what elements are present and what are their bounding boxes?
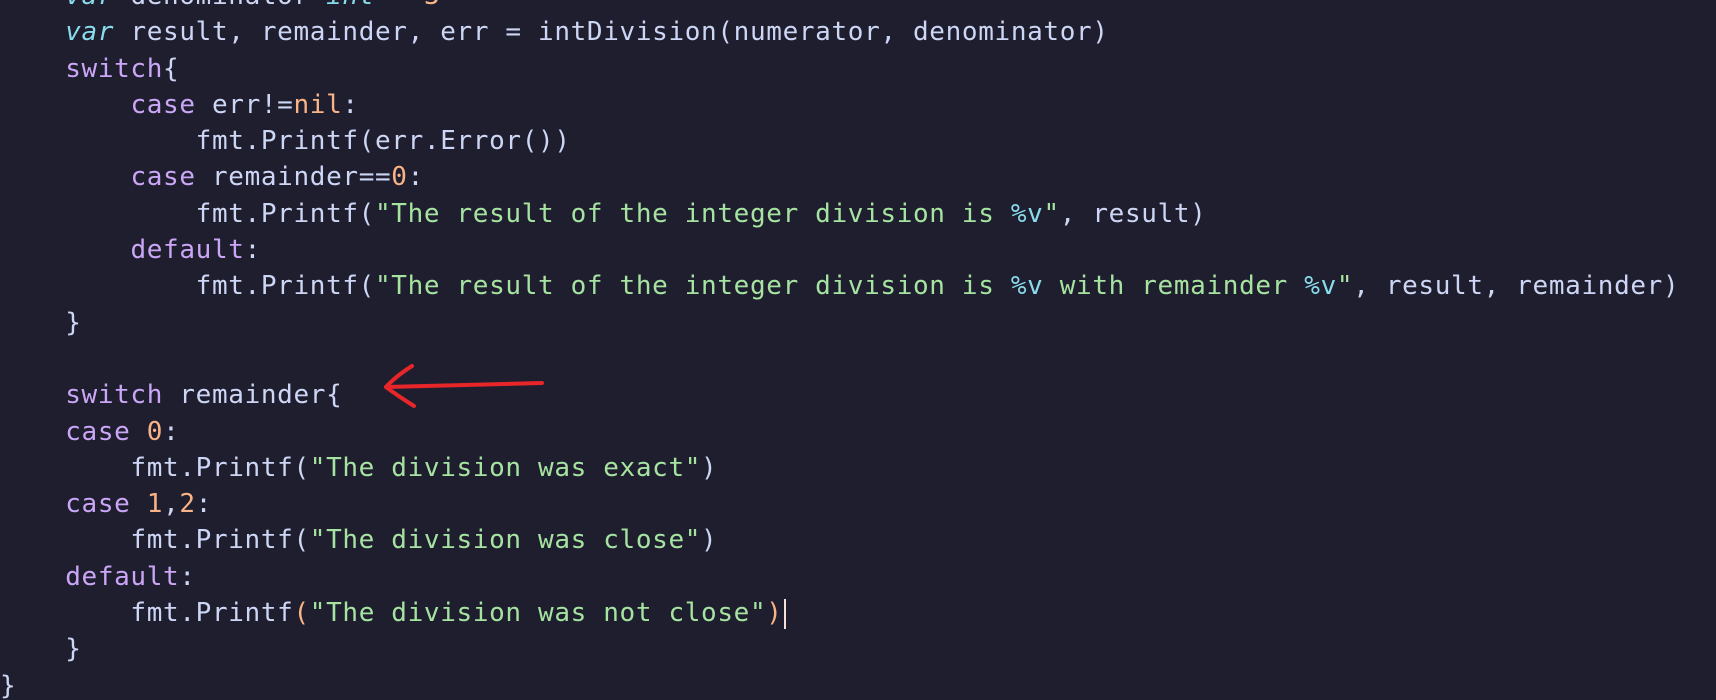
code-token: "The division was not close": [309, 598, 767, 629]
code-token: case: [130, 162, 196, 193]
code-line[interactable]: [0, 341, 1679, 377]
code-token: case: [65, 489, 131, 520]
code-line[interactable]: }: [0, 631, 1679, 667]
code-token: 1: [146, 489, 164, 520]
code-token: "The result of the integer division is: [374, 198, 1011, 229]
code-token: ": [1336, 271, 1354, 302]
code-token: default: [65, 561, 180, 592]
code-token: fmt.Printf: [0, 598, 294, 629]
code-token: nil: [293, 89, 343, 120]
code-line[interactable]: }: [0, 305, 1679, 341]
code-token: =: [375, 0, 424, 11]
code-token: }: [0, 670, 17, 700]
code-line[interactable]: fmt.Printf(err.Error()): [0, 123, 1679, 159]
code-token: fmt.Printf(: [0, 271, 375, 302]
code-token: fmt.Printf(: [0, 198, 375, 229]
code-line[interactable]: fmt.Printf("The division was not close"): [0, 595, 1679, 631]
code-content[interactable]: var denominator int = 3 var result, rema…: [0, 0, 1679, 700]
code-token: ): [701, 525, 718, 556]
code-token: }: [0, 307, 82, 338]
code-token: 3: [424, 0, 440, 11]
code-token: result, remainder, err = intDivision(num…: [114, 17, 1109, 48]
code-line[interactable]: case 1,2:: [0, 486, 1679, 522]
code-token: case: [65, 416, 131, 447]
code-token: :: [179, 561, 196, 592]
code-line[interactable]: fmt.Printf("The division was exact"): [0, 450, 1679, 486]
code-line[interactable]: }: [0, 668, 1679, 700]
code-token: fmt.Printf(: [0, 525, 310, 556]
code-token: ): [701, 452, 718, 483]
code-token: :: [244, 235, 261, 266]
code-token: :: [163, 416, 180, 447]
code-token: %v: [1304, 271, 1337, 302]
code-line[interactable]: var denominator int = 3: [0, 0, 1679, 14]
code-line[interactable]: switch remainder{: [0, 377, 1679, 413]
code-token: switch: [65, 53, 164, 84]
code-token: ): [766, 598, 783, 629]
code-token: :: [195, 489, 212, 520]
code-token: 0: [391, 162, 408, 193]
code-line[interactable]: case 0:: [0, 414, 1679, 450]
code-token: %v: [1010, 198, 1044, 229]
code-token: default: [130, 235, 245, 266]
code-token: case: [130, 89, 196, 120]
code-token: ": [1043, 198, 1060, 229]
code-token: int: [326, 0, 375, 11]
code-token: :: [342, 89, 359, 120]
code-token: (: [293, 598, 310, 629]
code-token: %v: [1010, 271, 1044, 302]
code-token: "The division was exact": [309, 452, 702, 483]
code-line[interactable]: fmt.Printf("The result of the integer di…: [0, 268, 1679, 304]
code-token: :: [407, 162, 424, 193]
code-line[interactable]: fmt.Printf("The division was close"): [0, 522, 1679, 558]
code-token: ,: [163, 489, 180, 520]
code-token: }: [0, 634, 82, 665]
code-token: , result): [1059, 198, 1207, 229]
code-line[interactable]: default:: [0, 232, 1679, 268]
code-token: 2: [179, 489, 196, 520]
code-token: {: [163, 53, 180, 84]
code-line[interactable]: case remainder==0:: [0, 159, 1679, 195]
code-token: var: [65, 17, 115, 48]
code-line[interactable]: case err!=nil:: [0, 87, 1679, 123]
text-cursor: [783, 598, 786, 629]
red-arrow-left-icon: [384, 364, 544, 408]
code-token: , result, remainder): [1353, 271, 1680, 302]
code-line[interactable]: var result, remainder, err = intDivision…: [0, 14, 1679, 50]
code-token: fmt.Printf(: [0, 452, 310, 483]
code-token: remainder==: [195, 162, 392, 193]
code-line[interactable]: fmt.Printf("The result of the integer di…: [0, 196, 1679, 232]
code-token: with remainder: [1043, 271, 1305, 302]
code-line[interactable]: default:: [0, 559, 1679, 595]
code-editor[interactable]: var denominator int = 3 var result, rema…: [0, 0, 1716, 700]
code-token: switch: [65, 380, 164, 411]
code-line[interactable]: switch{: [0, 51, 1679, 87]
code-token: err!=: [195, 89, 294, 120]
code-token: fmt.Printf(err.Error()): [0, 126, 571, 157]
code-token: remainder{: [163, 380, 343, 411]
code-token: "The division was close": [309, 525, 702, 556]
code-token: 0: [146, 416, 164, 447]
code-token: denominator: [114, 0, 326, 11]
code-token: var: [65, 0, 114, 11]
code-token: "The result of the integer division is: [374, 271, 1011, 302]
